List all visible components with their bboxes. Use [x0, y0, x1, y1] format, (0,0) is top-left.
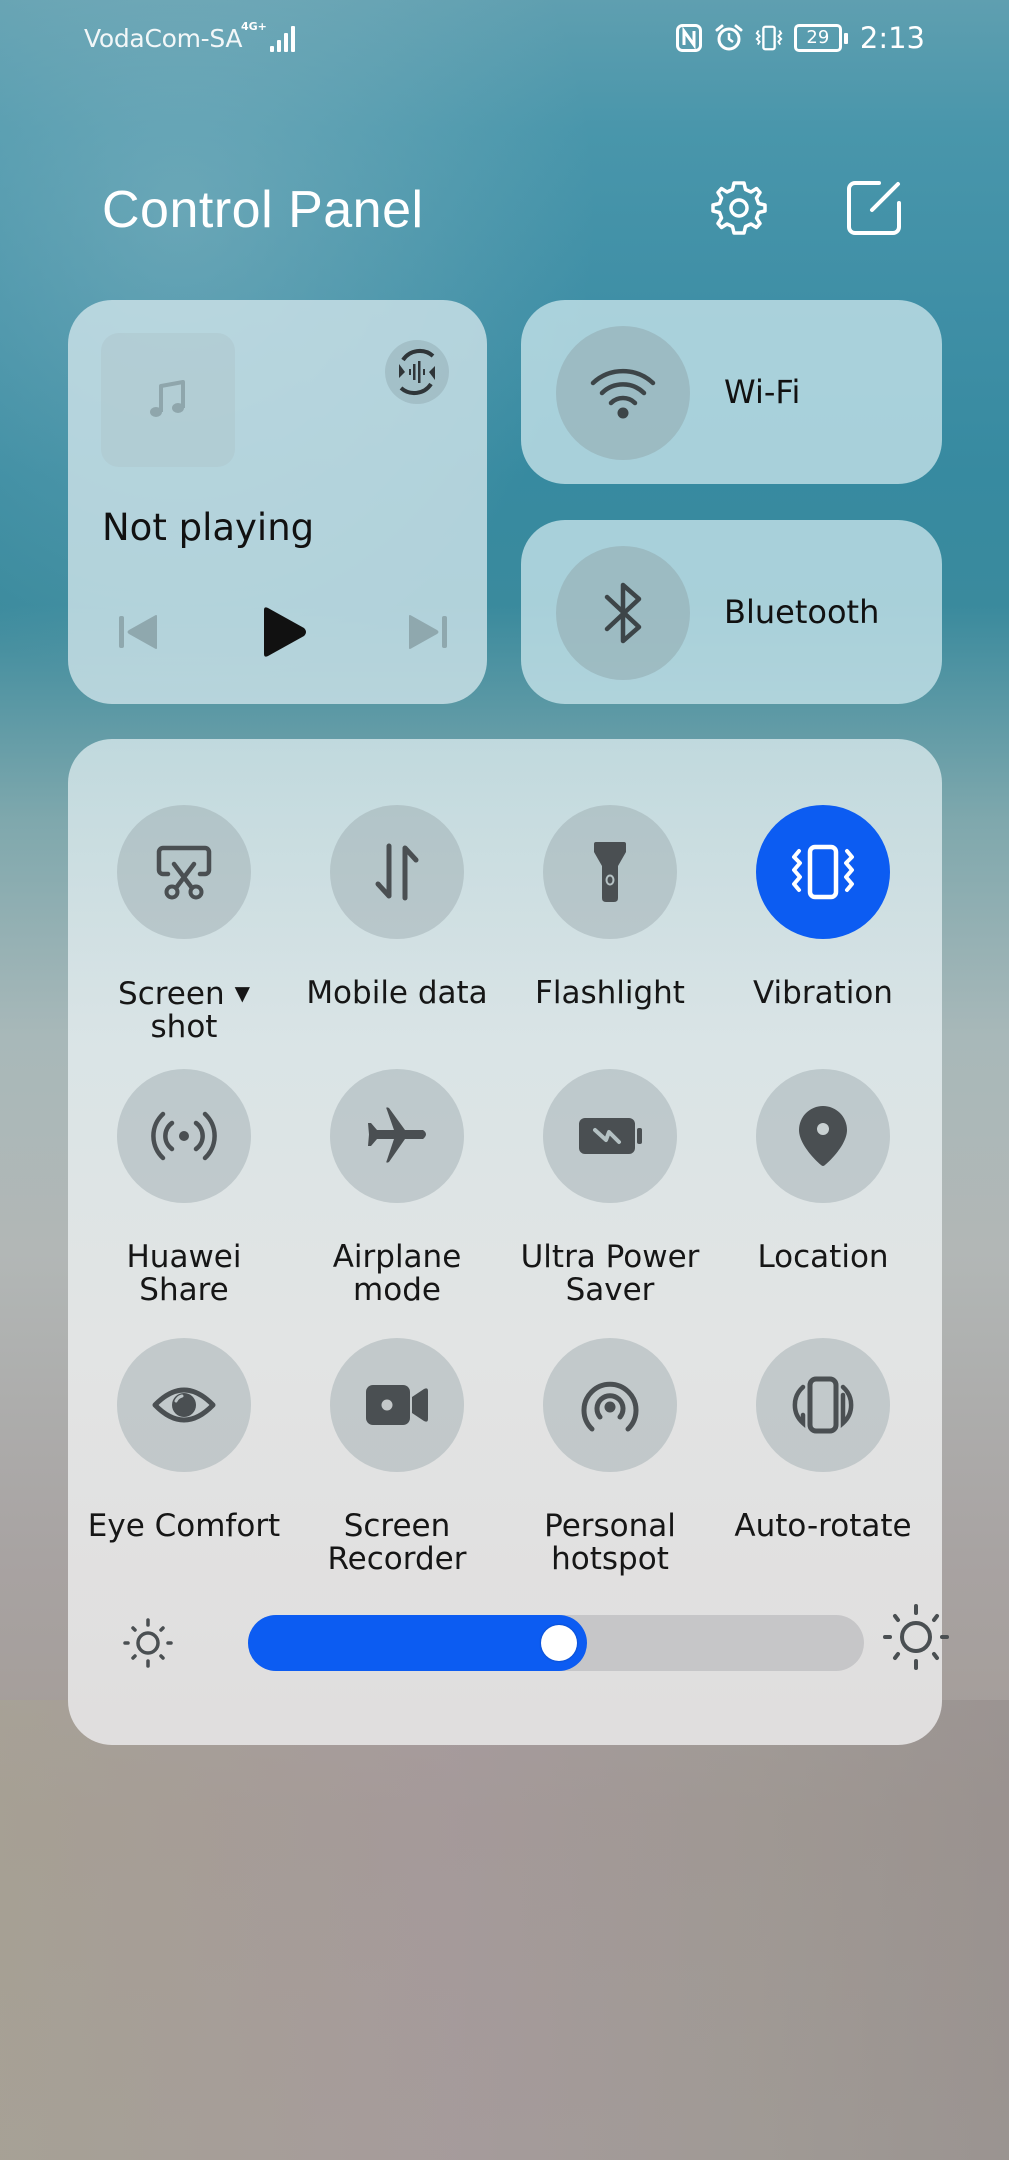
wifi-label: Wi-Fi: [724, 373, 801, 411]
quick-toggles-panel: Screen ▼ shot Mobile data Flashlight Vib…: [68, 739, 949, 1745]
toggle-flashlight[interactable]: Flashlight: [505, 805, 715, 1010]
eye-icon: [152, 1387, 216, 1423]
auto-rotate-icon: [792, 1376, 854, 1434]
music-note-icon: [150, 380, 185, 417]
toggle-circle[interactable]: [543, 1338, 677, 1472]
airplane-icon: [368, 1107, 426, 1163]
toggle-label: Auto-rotate: [734, 1508, 912, 1544]
location-icon: [799, 1106, 847, 1166]
wallpaper-tint-bottom: [0, 1700, 1009, 2160]
bluetooth-toggle[interactable]: [556, 546, 690, 680]
toggle-label: Flashlight: [535, 975, 685, 1011]
hotspot-icon: [581, 1381, 639, 1432]
status-bar: VodaCom-SA 4G+ 29 2:13: [0, 0, 1009, 80]
bluetooth-icon: [604, 582, 642, 644]
toggle-auto-rotate[interactable]: Auto-rotate: [718, 1338, 928, 1543]
brightness-slider[interactable]: [248, 1615, 864, 1671]
toggle-ultra-power-saver[interactable]: Ultra Power Saver: [505, 1069, 715, 1307]
next-button[interactable]: [396, 602, 456, 662]
brightness-slider-thumb[interactable]: [540, 1625, 577, 1661]
toggle-location[interactable]: Location: [718, 1069, 928, 1274]
brightness-low-icon: [120, 1615, 176, 1671]
toggle-circle[interactable]: [117, 1338, 251, 1472]
settings-button[interactable]: [706, 175, 772, 241]
audio-output-button[interactable]: [385, 340, 449, 404]
signal-strength-icon: [270, 24, 296, 52]
toggle-label: Screen Recorder: [327, 1508, 467, 1577]
brightness-control: [120, 1604, 949, 1671]
toggle-airplane-mode[interactable]: Airplane mode: [292, 1069, 502, 1307]
clock: 2:13: [859, 21, 925, 55]
toggle-circle[interactable]: [543, 805, 677, 939]
power-saver-icon: [579, 1118, 642, 1154]
nfc-icon: [674, 23, 704, 53]
alarm-icon: [714, 23, 744, 53]
wifi-icon: [590, 368, 656, 419]
toggle-mobile-data[interactable]: Mobile data: [292, 805, 502, 1010]
album-art: [101, 333, 235, 467]
toggle-personal-hotspot[interactable]: Personal hotspot: [505, 1338, 715, 1576]
audio-switch-icon: [399, 348, 435, 396]
media-title: Not playing: [102, 506, 315, 549]
media-controls: [68, 602, 487, 662]
bluetooth-label: Bluetooth: [724, 593, 880, 631]
toggle-circle[interactable]: [756, 805, 890, 939]
screenshot-dropdown-icon[interactable]: ▼: [235, 981, 250, 1005]
vibration-icon: [792, 844, 854, 900]
toggle-label: Mobile data: [306, 975, 488, 1011]
battery-level: 29: [806, 27, 830, 48]
toggle-circle[interactable]: [117, 1069, 251, 1203]
play-button[interactable]: [254, 602, 314, 662]
toggle-circle[interactable]: [330, 1338, 464, 1472]
toggle-circle[interactable]: [756, 1338, 890, 1472]
network-type: 4G+: [241, 20, 267, 33]
carrier-name: VodaCom-SA: [84, 24, 243, 53]
next-icon: [409, 615, 447, 649]
toggle-huawei-share[interactable]: Huawei Share: [79, 1069, 289, 1307]
status-icons: 29 2:13: [674, 20, 925, 56]
media-player-card[interactable]: Not playing: [68, 300, 487, 704]
toggle-label: Personal hotspot: [544, 1508, 676, 1577]
play-icon: [264, 607, 306, 657]
toggle-vibration[interactable]: Vibration: [718, 805, 928, 1010]
toggle-label: Eye Comfort: [87, 1508, 281, 1544]
previous-button[interactable]: [110, 602, 170, 662]
edit-icon: [847, 181, 901, 235]
toggle-screen-recorder[interactable]: Screen Recorder: [292, 1338, 502, 1576]
toggle-circle[interactable]: [756, 1069, 890, 1203]
toggle-label: Location: [757, 1239, 889, 1275]
toggle-label: Ultra Power Saver: [520, 1239, 700, 1308]
battery-icon: 29: [793, 24, 848, 52]
mobile-data-icon: [375, 843, 419, 901]
edit-button[interactable]: [841, 175, 907, 241]
huawei-share-icon: [151, 1111, 217, 1161]
toggle-circle[interactable]: [330, 1069, 464, 1203]
page-title: Control Panel: [102, 181, 424, 239]
wifi-tile[interactable]: Wi-Fi: [521, 300, 942, 484]
toggle-label: Screen ▼ shot: [118, 976, 250, 1045]
toggle-circle[interactable]: [117, 805, 251, 939]
vibrate-icon: [754, 23, 784, 53]
toggle-label: Huawei Share: [126, 1239, 242, 1308]
toggle-eye-comfort[interactable]: Eye Comfort: [79, 1338, 289, 1543]
toggle-screenshot[interactable]: Screen ▼ shot: [79, 805, 289, 1044]
toggle-label: Airplane mode: [332, 1239, 462, 1308]
brightness-high-icon: [882, 1604, 950, 1670]
toggle-circle[interactable]: [543, 1069, 677, 1203]
toggle-label: Vibration: [753, 975, 893, 1011]
screenshot-icon: [156, 845, 212, 900]
toggle-circle[interactable]: [330, 805, 464, 939]
wifi-toggle[interactable]: [556, 326, 690, 460]
bluetooth-tile[interactable]: Bluetooth: [521, 520, 942, 704]
gear-icon: [711, 181, 767, 235]
screen-recorder-icon: [366, 1385, 428, 1425]
previous-icon: [119, 615, 157, 649]
flashlight-icon: [594, 842, 626, 902]
brightness-slider-fill: [248, 1615, 587, 1671]
